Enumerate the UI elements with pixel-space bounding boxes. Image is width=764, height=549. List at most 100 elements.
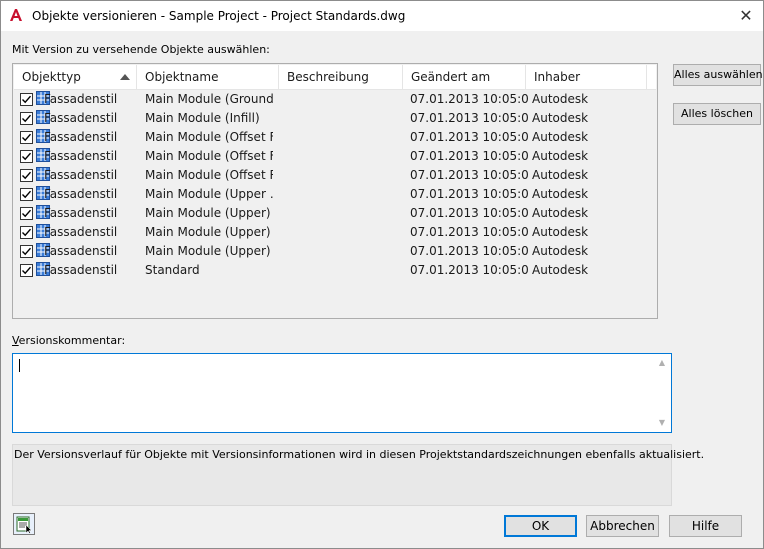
select-objects-label: Mit Version zu versehende Objekte auswäh… (12, 43, 270, 56)
scroll-up-icon[interactable]: ▲ (655, 356, 669, 370)
cell-beschreibung (287, 90, 405, 109)
cell-objektname: Standard (145, 263, 200, 277)
cell-objektname: Main Module (Upper) (145, 206, 271, 220)
row-checkbox[interactable] (20, 169, 33, 182)
table-row[interactable]: Fassadenstil Main Module (Offset R… 07.01.… (14, 166, 656, 185)
cell-inhaber: Autodesk (532, 130, 589, 144)
info-panel: Der Versionsverlauf für Objekte mit Vers… (12, 444, 704, 506)
column-header-label: Geändert am (411, 70, 491, 84)
row-checkbox[interactable] (20, 131, 33, 144)
column-header-label: Inhaber (534, 70, 581, 84)
cell-geaendert-am: 07.01.2013 10:05:09 (410, 187, 528, 201)
cell-objekttyp: Fassadenstil (44, 111, 118, 125)
table-row[interactable]: Fassadenstil Main Module (Offset F… 07.01.… (14, 128, 656, 147)
autocad-a-icon (9, 8, 23, 22)
cell-inhaber: Autodesk (532, 206, 589, 220)
objects-list[interactable]: Objekttyp Objektname Beschreibung Geände… (12, 63, 658, 319)
cell-geaendert-am: 07.01.2013 10:05:09 (410, 225, 528, 239)
row-checkbox[interactable] (20, 226, 33, 239)
column-header-inhaber[interactable]: Inhaber (526, 65, 647, 89)
row-checkbox[interactable] (20, 245, 33, 258)
cell-beschreibung (287, 185, 405, 204)
cell-geaendert-am: 07.01.2013 10:05:09 (410, 92, 528, 106)
table-row[interactable]: Fassadenstil Main Module (Upper) … 07.01.2… (14, 223, 656, 242)
cell-objekttyp: Fassadenstil (44, 206, 118, 220)
table-row[interactable]: Fassadenstil Main Module (Ground… 07.01.20… (14, 90, 656, 109)
cell-objekttyp: Fassadenstil (44, 168, 118, 182)
row-checkbox[interactable] (20, 264, 33, 277)
sort-ascending-icon (120, 74, 130, 80)
cell-beschreibung (287, 147, 405, 166)
cell-objekttyp: Fassadenstil (44, 244, 118, 258)
cell-inhaber: Autodesk (532, 263, 589, 277)
table-row[interactable]: Fassadenstil Main Module (Upper) … 07.01.2… (14, 242, 656, 261)
cell-objekttyp: Fassadenstil (44, 225, 118, 239)
row-checkbox[interactable] (20, 188, 33, 201)
scroll-down-icon[interactable]: ▼ (655, 416, 669, 430)
column-header-objekttyp[interactable]: Objekttyp (14, 65, 137, 89)
ok-button[interactable]: OK (504, 515, 577, 537)
cell-beschreibung (287, 128, 405, 147)
cell-beschreibung (287, 242, 405, 261)
cell-geaendert-am: 07.01.2013 10:05:09 (410, 263, 528, 277)
project-standards-icon[interactable] (13, 513, 35, 535)
row-checkbox[interactable] (20, 207, 33, 220)
cell-beschreibung (287, 261, 405, 280)
cell-beschreibung (287, 109, 405, 128)
comment-label: Versionskommentar: (12, 334, 125, 347)
column-header-objektname[interactable]: Objektname (137, 65, 279, 89)
row-checkbox[interactable] (20, 150, 33, 163)
cell-inhaber: Autodesk (532, 111, 589, 125)
table-row[interactable]: Fassadenstil Main Module (Upper) 07.01.201… (14, 204, 656, 223)
column-header-label: Objektname (145, 70, 219, 84)
column-header-label: Objekttyp (22, 70, 81, 84)
cell-objektname: Main Module (Infill) (145, 111, 260, 125)
comment-label-mnemonic: V (12, 334, 19, 347)
table-row[interactable]: Fassadenstil Main Module (Infill) 07.01.20… (14, 109, 656, 128)
cell-objektname: Main Module (Upper) … (145, 244, 273, 258)
select-all-button[interactable]: Alles auswählen (673, 64, 763, 86)
cell-inhaber: Autodesk (532, 187, 589, 201)
column-header-label: Beschreibung (287, 70, 369, 84)
row-checkbox[interactable] (20, 112, 33, 125)
cell-inhaber: Autodesk (532, 149, 589, 163)
cell-geaendert-am: 07.01.2013 10:05:09 (410, 206, 528, 220)
cell-beschreibung (287, 166, 405, 185)
table-row[interactable]: Fassadenstil Main Module (Offset F… 07.01.… (14, 147, 656, 166)
cell-objektname: Main Module (Offset R… (145, 168, 273, 182)
column-header-beschreibung[interactable]: Beschreibung (279, 65, 403, 89)
cell-objektname: Main Module (Upper) … (145, 225, 273, 239)
cell-geaendert-am: 07.01.2013 10:05:09 (410, 149, 528, 163)
cell-objekttyp: Fassadenstil (44, 187, 118, 201)
cell-objekttyp: Fassadenstil (44, 92, 118, 106)
cell-inhaber: Autodesk (532, 92, 589, 106)
help-button[interactable]: Hilfe (669, 515, 742, 537)
window-title: Objekte versionieren - Sample Project - … (32, 9, 406, 23)
table-row[interactable]: Fassadenstil Main Module (Upper … 07.01.20… (14, 185, 656, 204)
title-bar: Objekte versionieren - Sample Project - … (1, 1, 763, 31)
text-caret (19, 359, 20, 372)
cell-objekttyp: Fassadenstil (44, 263, 118, 277)
column-header-geaendert-am[interactable]: Geändert am (403, 65, 526, 89)
comment-label-rest: ersionskommentar: (18, 334, 126, 347)
table-row[interactable]: Fassadenstil Standard 07.01.2013 10:05:09 A… (14, 261, 656, 280)
cell-objektname: Main Module (Offset F… (145, 149, 273, 163)
version-comment-input[interactable]: ▲ ▼ (12, 353, 672, 433)
cell-geaendert-am: 07.01.2013 10:05:09 (410, 130, 528, 144)
cell-inhaber: Autodesk (532, 168, 589, 182)
clear-all-button[interactable]: Alles löschen (673, 103, 761, 125)
cell-beschreibung (287, 223, 405, 242)
row-checkbox[interactable] (20, 93, 33, 106)
cell-objektname: Main Module (Ground… (145, 92, 273, 106)
cell-geaendert-am: 07.01.2013 10:05:09 (410, 244, 528, 258)
close-icon[interactable]: ✕ (735, 6, 757, 26)
cancel-button[interactable]: Abbrechen (586, 515, 659, 537)
cell-objektname: Main Module (Upper … (145, 187, 273, 201)
cell-beschreibung (287, 204, 405, 223)
cell-objekttyp: Fassadenstil (44, 130, 118, 144)
info-text: Der Versionsverlauf für Objekte mit Vers… (14, 448, 705, 461)
list-header: Objekttyp Objektname Beschreibung Geände… (14, 65, 656, 90)
cell-inhaber: Autodesk (532, 225, 589, 239)
cell-objektname: Main Module (Offset F… (145, 130, 273, 144)
cell-geaendert-am: 07.01.2013 10:05:09 (410, 168, 528, 182)
